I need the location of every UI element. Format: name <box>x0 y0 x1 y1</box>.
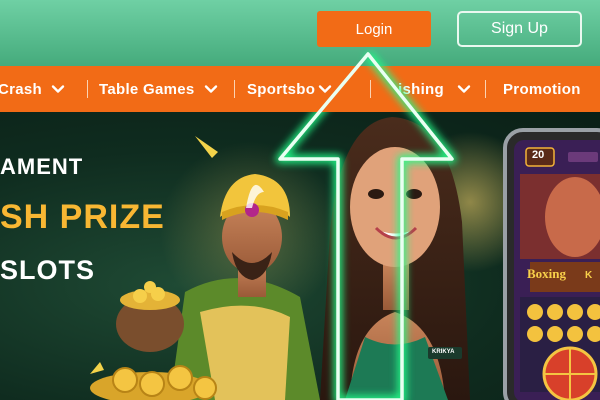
nav-item-fishing[interactable]: ishing <box>398 66 472 112</box>
top-header: Login Sign Up <box>0 0 600 66</box>
nav-divider <box>234 80 235 98</box>
phone-game-title-suffix: K <box>585 270 593 281</box>
nav-item-label: Promotion <box>503 80 581 98</box>
main-nav: Crash Table Games Sportsbo ishing Promot… <box>0 66 600 112</box>
nav-divider <box>87 80 88 98</box>
phone-counter: 20 <box>532 149 545 161</box>
nav-item-label: Crash <box>0 80 43 98</box>
signup-button[interactable]: Sign Up <box>457 11 582 47</box>
nav-item-promotion[interactable]: Promotion <box>503 66 581 112</box>
login-button[interactable]: Login <box>317 11 431 47</box>
chevron-down-icon <box>319 85 332 93</box>
phone-mockup <box>503 128 600 400</box>
nav-item-sportsbook[interactable]: Sportsbo <box>247 66 333 112</box>
nav-divider <box>485 80 486 98</box>
chevron-down-icon <box>51 85 65 93</box>
nav-item-label: Table Games <box>99 80 195 98</box>
nav-item-table-games[interactable]: Table Games <box>99 66 219 112</box>
page: Login Sign Up Crash Table Games Sportsbo… <box>0 0 600 400</box>
shirt-badge-text: KRIKYA <box>432 349 455 355</box>
nav-divider <box>370 80 371 98</box>
nav-item-label: Sportsbo <box>247 80 316 98</box>
chevron-down-icon <box>204 85 217 93</box>
banner-artwork <box>90 112 600 400</box>
nav-item-crash[interactable]: Crash <box>0 66 66 112</box>
phone-game-title: Boxing <box>527 266 567 281</box>
chevron-down-icon <box>457 85 471 93</box>
nav-item-label: ishing <box>398 80 444 98</box>
promo-banner[interactable]: AMENT SH PRIZE SLOTS 20 Boxing K KRIKYA <box>0 112 600 400</box>
